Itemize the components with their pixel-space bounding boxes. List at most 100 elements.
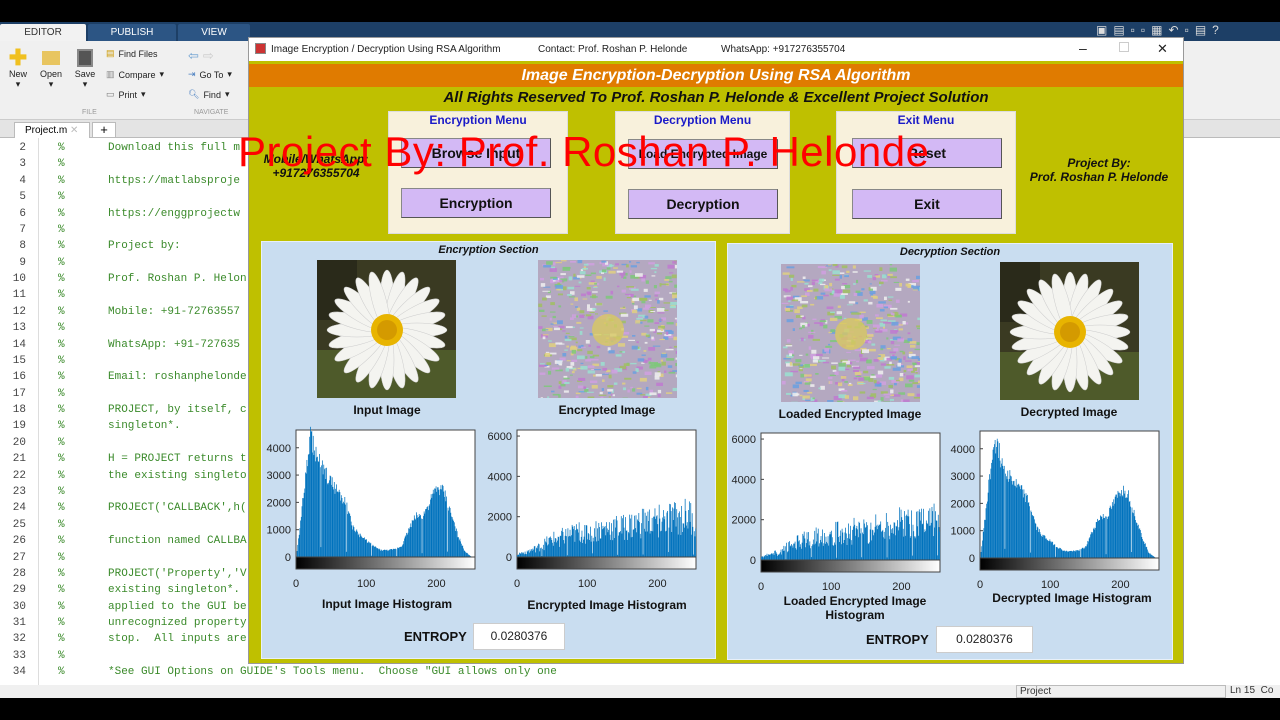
code-line[interactable]: Mobile: +91-72763557 xyxy=(108,306,240,318)
code-line[interactable]: Project by: xyxy=(108,240,181,252)
histogram-bar xyxy=(897,520,898,560)
histogram-bar xyxy=(1079,549,1081,558)
code-line[interactable]: Download this full m xyxy=(108,142,240,154)
tab-view[interactable]: VIEW xyxy=(178,24,250,41)
histogram-bar xyxy=(896,526,898,560)
histogram-bar xyxy=(343,501,344,557)
minimize-button[interactable]: – xyxy=(1079,40,1087,56)
code-line[interactable]: PROJECT, by itself, c xyxy=(108,404,247,416)
histogram-bar xyxy=(570,536,572,557)
histogram-bar xyxy=(872,530,874,560)
histogram-bar xyxy=(875,514,877,560)
code-line[interactable]: stop. All inputs are xyxy=(108,633,247,645)
maximize-button[interactable] xyxy=(1119,42,1129,52)
histogram-bar xyxy=(556,542,558,557)
line-number: 20 xyxy=(12,436,26,449)
histogram-bar xyxy=(449,507,451,557)
histogram-bar xyxy=(600,538,602,557)
histogram-bar xyxy=(608,522,610,557)
histogram-bar xyxy=(611,531,613,557)
go-to-button[interactable]: ⇥ Go To ▾ xyxy=(188,69,232,80)
code-line[interactable]: PROJECT('CALLBACK',h( xyxy=(108,502,247,514)
histogram-bar xyxy=(783,545,785,560)
save-button[interactable]: Save ▾ xyxy=(72,47,98,90)
close-icon[interactable]: ✕ xyxy=(70,125,78,136)
code-line[interactable]: *See GUI Options on GUIDE's Tools menu. … xyxy=(108,666,557,678)
entropy-field[interactable]: 0.0280376 xyxy=(936,626,1033,653)
histogram-bar xyxy=(460,543,462,557)
histogram-bar xyxy=(1000,467,1002,558)
tab-publish[interactable]: PUBLISH xyxy=(88,24,176,41)
histogram-bar xyxy=(442,485,444,557)
code-line[interactable]: function named CALLBA xyxy=(108,535,247,547)
histogram-bar xyxy=(573,526,575,557)
histogram-bar xyxy=(787,551,789,560)
code-line[interactable]: unrecognized property xyxy=(108,617,247,629)
encryption-button[interactable]: Encryption xyxy=(401,188,551,218)
histogram-bar xyxy=(677,534,679,557)
histogram-bar xyxy=(667,552,669,557)
code-line[interactable]: Prof. Roshan P. Helon xyxy=(108,273,247,285)
find-button[interactable]: 🔍︎ Find ▾ xyxy=(188,89,229,100)
histogram-bar xyxy=(779,552,781,560)
histogram-bar xyxy=(1135,522,1137,558)
histogram-bar xyxy=(939,531,941,560)
find-files-button[interactable]: ▤ Find Files xyxy=(106,48,158,59)
histogram-bar xyxy=(381,550,383,557)
histogram-bar xyxy=(378,549,379,557)
histogram-bar xyxy=(1126,497,1128,558)
histogram-bar xyxy=(582,539,584,557)
back-forward-icons[interactable]: ⇦ ⇨ xyxy=(188,48,214,64)
encrypted-histogram-title: Encrypted Image Histogram xyxy=(527,598,687,612)
histogram-bar xyxy=(928,525,930,560)
decryption-button[interactable]: Decryption xyxy=(628,189,778,219)
histogram-bar xyxy=(671,531,673,557)
noise-image xyxy=(538,260,684,402)
histogram-bar xyxy=(678,513,680,557)
histogram-bar xyxy=(1067,551,1069,558)
histogram-bar xyxy=(1048,541,1050,558)
close-window-button[interactable]: ✕ xyxy=(1157,41,1168,57)
tab-editor[interactable]: EDITOR xyxy=(0,24,86,41)
histogram-bar xyxy=(784,550,785,560)
histogram-bar xyxy=(1027,503,1029,558)
histogram-bar xyxy=(346,502,348,557)
histogram-bar xyxy=(804,538,806,560)
open-button[interactable]: Open ▾ xyxy=(38,47,64,90)
histogram-bar xyxy=(1144,543,1146,558)
code-line[interactable]: H = PROJECT returns t xyxy=(108,453,247,465)
exit-menu-title: Exit Menu xyxy=(897,113,955,127)
code-line[interactable]: https://enggprojectw xyxy=(108,208,240,220)
editor-tab-project[interactable]: Project.m ✕ xyxy=(14,122,90,138)
code-line[interactable]: WhatsApp: +91-727635 xyxy=(108,339,240,351)
new-button[interactable]: ✚ New ▾ xyxy=(6,47,30,90)
new-tab-button[interactable]: + xyxy=(92,122,116,138)
code-line[interactable]: Email: roshanphelonde xyxy=(108,371,247,383)
code-line[interactable]: the existing singleto xyxy=(108,470,247,482)
histogram-bar xyxy=(895,525,897,560)
print-button[interactable]: ▭ Print ▾ xyxy=(106,89,146,100)
histogram-bar xyxy=(856,525,858,560)
code-line[interactable]: https://matlabsproje xyxy=(108,175,240,187)
histogram-bar xyxy=(571,535,572,557)
entropy-field[interactable]: 0.0280376 xyxy=(473,623,565,650)
exit-button[interactable]: Exit xyxy=(852,189,1002,219)
histogram-bar xyxy=(871,540,872,560)
histogram-bar xyxy=(408,528,410,557)
decrypted-image xyxy=(1000,262,1139,400)
code-line[interactable]: singleton*. xyxy=(108,420,181,432)
histogram-bar xyxy=(1031,512,1032,558)
histogram-bar xyxy=(464,551,466,557)
histogram-bar xyxy=(932,511,934,560)
code-line[interactable]: PROJECT('Property','V xyxy=(108,568,247,580)
y-tick-label: 0 xyxy=(285,552,291,564)
histogram-bar xyxy=(1037,527,1039,558)
histogram-bar xyxy=(327,484,329,557)
histogram-bar xyxy=(586,525,588,557)
compare-button[interactable]: ▥ Compare ▾ xyxy=(106,69,164,80)
x-tick-label: 100 xyxy=(1041,579,1059,591)
code-line[interactable]: applied to the GUI be xyxy=(108,601,247,613)
histogram-bar xyxy=(339,492,341,557)
quick-access-icons[interactable]: ▣▤▫▫▦↶▫▤? xyxy=(1096,23,1225,37)
code-line[interactable]: existing singleton*. xyxy=(108,584,240,596)
